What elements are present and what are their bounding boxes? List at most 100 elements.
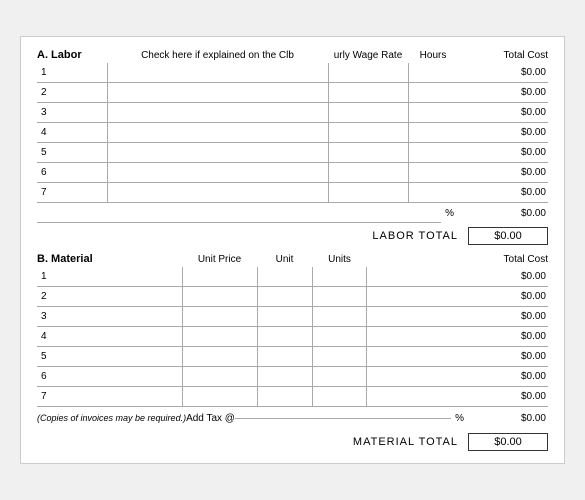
labor-desc-2[interactable] <box>107 83 328 102</box>
labor-wage-3[interactable] <box>328 103 408 122</box>
section-a-header: A. Labor Check here if explained on the … <box>37 49 548 61</box>
labor-total-4: $0.00 <box>468 127 548 138</box>
material-up-5[interactable] <box>182 347 257 366</box>
col-total-header-a: Total Cost <box>468 50 548 61</box>
material-total-5: $0.00 <box>367 351 548 362</box>
material-total-7: $0.00 <box>367 391 548 402</box>
material-units-7[interactable] <box>312 387 367 406</box>
labor-desc-4[interactable] <box>107 123 328 142</box>
labor-wage-7[interactable] <box>328 183 408 202</box>
material-rows: 1 $0.00 2 $0.00 3 $0.00 4 $0.00 <box>37 267 548 407</box>
labor-total-3: $0.00 <box>468 107 548 118</box>
labor-wage-4[interactable] <box>328 123 408 142</box>
labor-total-7: $0.00 <box>468 187 548 198</box>
footer-total: $0.00 <box>468 413 548 424</box>
labor-hours-1[interactable] <box>408 63 458 82</box>
labor-total-value: $0.00 <box>468 227 548 245</box>
page: A. Labor Check here if explained on the … <box>20 36 565 464</box>
material-up-4[interactable] <box>182 327 257 346</box>
material-total-4: $0.00 <box>367 331 548 342</box>
labor-hours-2[interactable] <box>408 83 458 102</box>
section-a-label: A. Labor <box>37 49 107 61</box>
labor-row-3: 3 $0.00 <box>37 103 548 123</box>
labor-row-5: 5 $0.00 <box>37 143 548 163</box>
material-row-1: 1 $0.00 <box>37 267 548 287</box>
labor-desc-6[interactable] <box>107 163 328 182</box>
material-footer-row: (Copies of invoices may be required.) Ad… <box>37 407 548 429</box>
labor-wage-1[interactable] <box>328 63 408 82</box>
material-row-4: 4 $0.00 <box>37 327 548 347</box>
labor-total-1: $0.00 <box>468 67 548 78</box>
labor-row-4: 4 $0.00 <box>37 123 548 143</box>
material-unit-5[interactable] <box>257 347 312 366</box>
material-up-2[interactable] <box>182 287 257 306</box>
footer-copies-text: (Copies of invoices may be required.) <box>37 413 186 423</box>
labor-row-7: 7 $0.00 <box>37 183 548 203</box>
labor-row-6: 6 $0.00 <box>37 163 548 183</box>
labor-hours-7[interactable] <box>408 183 458 202</box>
material-row-5: 5 $0.00 <box>37 347 548 367</box>
labor-desc-1[interactable] <box>107 63 328 82</box>
section-b-label: B. Material <box>37 253 182 265</box>
col-units-header: Units <box>312 254 367 265</box>
material-units-2[interactable] <box>312 287 367 306</box>
material-total-row: MATERIAL TOTAL $0.00 <box>37 433 548 451</box>
material-row-3: 3 $0.00 <box>37 307 548 327</box>
labor-row-2: 2 $0.00 <box>37 83 548 103</box>
material-unit-4[interactable] <box>257 327 312 346</box>
labor-pct-total: $0.00 <box>468 208 548 219</box>
col-total-header-b: Total Cost <box>367 254 548 265</box>
material-up-7[interactable] <box>182 387 257 406</box>
material-unit-6[interactable] <box>257 367 312 386</box>
col-unit-price-header: Unit Price <box>182 254 257 265</box>
labor-wage-2[interactable] <box>328 83 408 102</box>
material-up-3[interactable] <box>182 307 257 326</box>
material-row-6: 6 $0.00 <box>37 367 548 387</box>
material-total-1: $0.00 <box>367 271 548 282</box>
footer-tax-input[interactable] <box>235 418 451 419</box>
col-unit-header: Unit <box>257 254 312 265</box>
labor-desc-7[interactable] <box>107 183 328 202</box>
material-total-6: $0.00 <box>367 371 548 382</box>
labor-hours-4[interactable] <box>408 123 458 142</box>
labor-total-row: LABOR TOTAL $0.00 <box>37 227 548 245</box>
labor-hours-5[interactable] <box>408 143 458 162</box>
labor-desc-5[interactable] <box>107 143 328 162</box>
labor-total-2: $0.00 <box>468 87 548 98</box>
material-row-2: 2 $0.00 <box>37 287 548 307</box>
col-hours-header: Hours <box>408 50 458 61</box>
labor-hours-6[interactable] <box>408 163 458 182</box>
material-total-value: $0.00 <box>468 433 548 451</box>
labor-pct-field[interactable] <box>37 203 441 223</box>
material-row-7: 7 $0.00 <box>37 387 548 407</box>
material-total-3: $0.00 <box>367 311 548 322</box>
material-units-6[interactable] <box>312 367 367 386</box>
labor-total-label: LABOR TOTAL <box>372 230 458 242</box>
material-up-6[interactable] <box>182 367 257 386</box>
footer-pct-symbol: % <box>451 413 468 424</box>
col-wage-rate-header: urly Wage Rate <box>328 50 408 61</box>
labor-wage-5[interactable] <box>328 143 408 162</box>
material-unit-2[interactable] <box>257 287 312 306</box>
material-units-1[interactable] <box>312 267 367 286</box>
labor-percent-row: % $0.00 <box>37 203 548 223</box>
material-unit-1[interactable] <box>257 267 312 286</box>
labor-total-6: $0.00 <box>468 167 548 178</box>
labor-row-1: 1 $0.00 <box>37 63 548 83</box>
material-total-label: MATERIAL TOTAL <box>353 436 458 448</box>
labor-total-5: $0.00 <box>468 147 548 158</box>
material-units-5[interactable] <box>312 347 367 366</box>
footer-tax-area: Add Tax @ % <box>186 413 468 424</box>
labor-hours-3[interactable] <box>408 103 458 122</box>
section-a-check-text: Check here if explained on the Clb <box>107 50 328 61</box>
labor-rows: 1 $0.00 2 $0.00 3 $0.00 4 $0.00 <box>37 63 548 203</box>
labor-wage-6[interactable] <box>328 163 408 182</box>
footer-tax-label: Add Tax @ <box>186 413 235 424</box>
material-units-4[interactable] <box>312 327 367 346</box>
material-unit-3[interactable] <box>257 307 312 326</box>
material-total-2: $0.00 <box>367 291 548 302</box>
labor-desc-3[interactable] <box>107 103 328 122</box>
material-up-1[interactable] <box>182 267 257 286</box>
material-unit-7[interactable] <box>257 387 312 406</box>
material-units-3[interactable] <box>312 307 367 326</box>
